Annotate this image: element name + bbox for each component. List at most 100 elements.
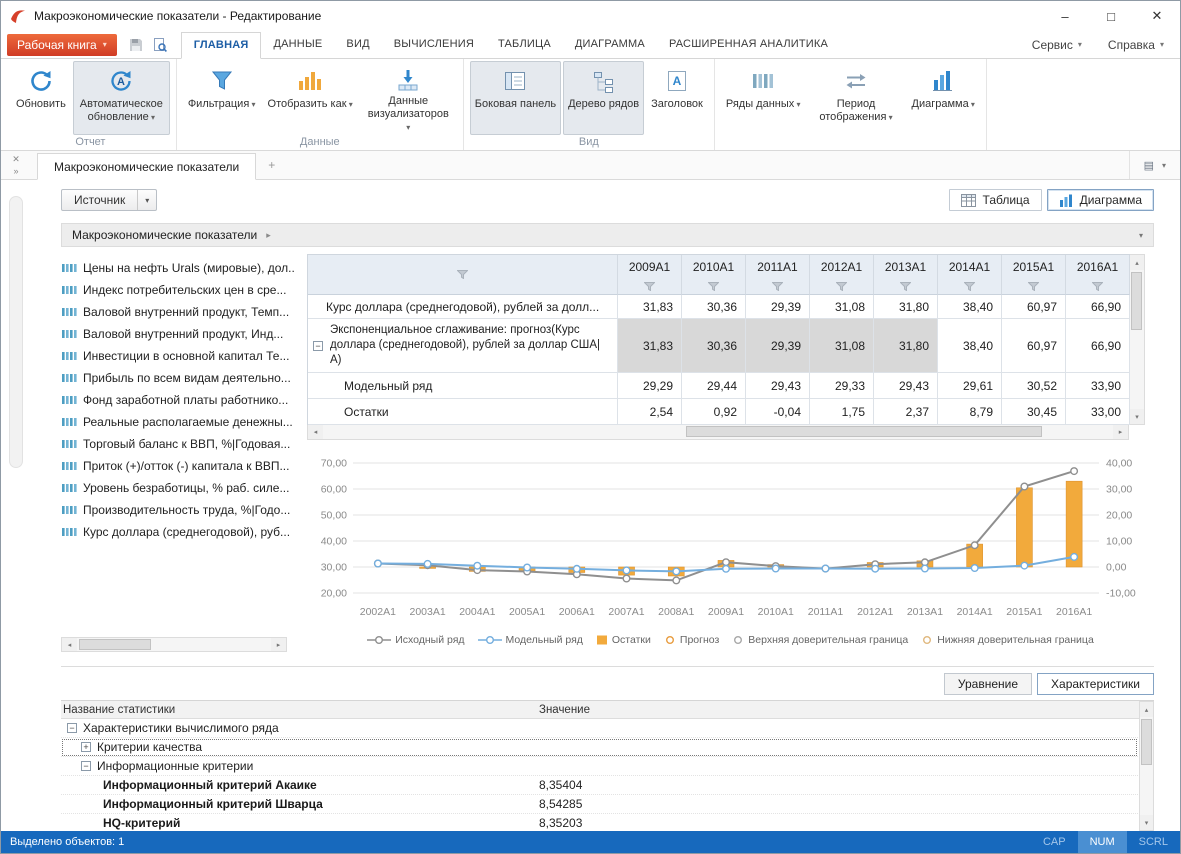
tree-item[interactable]: Цены на нефть Urals (мировые), дол... [61, 257, 295, 279]
workbook-menu-button[interactable]: Рабочая книга ▾ [7, 34, 117, 56]
stats-row[interactable]: HQ-критерий8,35203 [61, 814, 1138, 831]
display-as-button[interactable]: Отобразить как ▾ [263, 61, 358, 135]
cell[interactable]: 29,43 [746, 373, 810, 399]
legend-item[interactable]: Модельный ряд [478, 634, 583, 646]
tree-horizontal-scrollbar[interactable]: ◂ ▸ [61, 637, 287, 652]
cell[interactable]: 31,80 [874, 295, 938, 319]
legend-item[interactable]: Исходный ряд [367, 634, 464, 646]
cell[interactable]: 29,29 [618, 373, 682, 399]
source-button[interactable]: Источник ▾ [61, 189, 157, 211]
cell[interactable]: 66,90 [1066, 319, 1130, 373]
scroll-thumb[interactable] [686, 426, 1042, 437]
refresh-button[interactable]: Обновить [11, 61, 71, 135]
scroll-down-icon[interactable]: ▾ [1130, 409, 1144, 424]
ribbon-tab-table[interactable]: ТАБЛИЦА [486, 32, 563, 58]
tree-item[interactable]: Валовой внутренний продукт, Темп... [61, 301, 295, 323]
cell[interactable]: 29,43 [874, 373, 938, 399]
grid-vertical-scrollbar[interactable]: ▴ ▾ [1130, 254, 1145, 425]
ribbon-tab-calculations[interactable]: ВЫЧИСЛЕНИЯ [382, 32, 486, 58]
table-view-button[interactable]: Таблица [949, 189, 1042, 211]
scroll-thumb[interactable] [1131, 272, 1142, 330]
grid-horizontal-scrollbar[interactable]: ◂ ▸ [307, 425, 1129, 440]
row-label[interactable]: Модельный ряд [308, 373, 618, 399]
series-tree-button[interactable]: Дерево рядов [563, 61, 644, 135]
stats-vertical-scrollbar[interactable]: ▴ ▾ [1139, 701, 1154, 831]
ribbon-tab-view[interactable]: ВИД [334, 32, 381, 58]
document-tab[interactable]: Макроэкономические показатели [37, 153, 256, 180]
row-label[interactable]: −Экспоненциальное сглаживание: прогноз(К… [308, 319, 618, 373]
column-header-2016A1[interactable]: 2016A1 [1066, 255, 1130, 295]
equation-button[interactable]: Уравнение [944, 673, 1032, 695]
scroll-right-icon[interactable]: ▸ [1113, 425, 1128, 439]
cell[interactable]: 38,40 [938, 319, 1002, 373]
collapse-toggle[interactable]: + [81, 742, 91, 752]
column-header-2011A1[interactable]: 2011A1 [746, 255, 810, 295]
collapsed-panel-strip[interactable] [9, 196, 23, 468]
preview-button[interactable] [149, 34, 171, 56]
scroll-up-icon[interactable]: ▴ [1130, 255, 1144, 270]
cell[interactable]: 2,37 [874, 399, 938, 425]
cell[interactable]: 31,08 [810, 295, 874, 319]
cell[interactable]: 33,00 [1066, 399, 1130, 425]
ribbon-tab-advanced-analytics[interactable]: РАСШИРЕННАЯ АНАЛИТИКА [657, 32, 840, 58]
tree-item[interactable]: Приток (+)/отток (-) капитала к ВВП... [61, 455, 295, 477]
menu-help[interactable]: Справка▾ [1108, 38, 1164, 52]
filter-button[interactable]: Фильтрация ▾ [183, 61, 261, 135]
minimize-button[interactable]: – [1042, 1, 1088, 31]
column-header-2009A1[interactable]: 2009A1 [618, 255, 682, 295]
cell[interactable]: 0,92 [682, 399, 746, 425]
add-tab-button[interactable]: + [256, 156, 287, 174]
collapse-toggle[interactable]: − [313, 341, 323, 351]
cell[interactable]: 30,45 [1002, 399, 1066, 425]
menu-service[interactable]: Сервис▾ [1032, 38, 1082, 52]
cell[interactable]: 30,36 [682, 319, 746, 373]
scroll-left-icon[interactable]: ◂ [308, 425, 323, 439]
ribbon-tab-home[interactable]: ГЛАВНАЯ [181, 32, 262, 59]
save-button[interactable] [125, 34, 147, 56]
column-header-2012A1[interactable]: 2012A1 [810, 255, 874, 295]
cell[interactable]: 31,83 [618, 319, 682, 373]
cell[interactable]: 30,52 [1002, 373, 1066, 399]
cell[interactable]: 29,44 [682, 373, 746, 399]
tree-item[interactable]: Производительность труда, %|Годо... [61, 499, 295, 521]
stats-row[interactable]: −Информационные критерии [61, 757, 1138, 776]
legend-item[interactable]: Верхняя доверительная граница [732, 634, 908, 646]
ribbon-tab-data[interactable]: ДАННЫЕ [261, 32, 334, 58]
chart-button[interactable]: Диаграмма ▾ [907, 61, 980, 135]
scroll-up-icon[interactable]: ▴ [1140, 702, 1153, 717]
cell[interactable]: 31,83 [618, 295, 682, 319]
stats-row[interactable]: Информационный критерий Шварца8,54285 [61, 795, 1138, 814]
scroll-right-icon[interactable]: ▸ [271, 638, 286, 651]
visualizer-data-button[interactable]: Данные визуализаторов ▾ [360, 61, 457, 135]
scroll-thumb[interactable] [79, 639, 151, 650]
cell[interactable]: 38,40 [938, 295, 1002, 319]
scroll-down-icon[interactable]: ▾ [1140, 815, 1153, 830]
cell[interactable]: 2,54 [618, 399, 682, 425]
tree-item[interactable]: Прибыль по всем видам деятельно... [61, 367, 295, 389]
collapse-toggle[interactable]: − [67, 723, 77, 733]
ribbon-tab-chart[interactable]: ДИАГРАММА [563, 32, 657, 58]
cell[interactable]: 8,79 [938, 399, 1002, 425]
row-label[interactable]: Остатки [308, 399, 618, 425]
column-header-series[interactable] [308, 255, 618, 295]
cell[interactable]: 33,90 [1066, 373, 1130, 399]
auto-refresh-button[interactable]: AАвтоматическое обновление ▾ [73, 61, 170, 135]
legend-item[interactable]: Прогноз [664, 634, 719, 646]
cell[interactable]: 60,97 [1002, 295, 1066, 319]
column-header-2013A1[interactable]: 2013A1 [874, 255, 938, 295]
cell[interactable]: 29,39 [746, 319, 810, 373]
characteristics-button[interactable]: Характеристики [1037, 673, 1154, 695]
cell[interactable]: 60,97 [1002, 319, 1066, 373]
tree-item[interactable]: Индекс потребительских цен в сре... [61, 279, 295, 301]
column-header-2010A1[interactable]: 2010A1 [682, 255, 746, 295]
sheet-view-switcher-button[interactable]: ▤ ▾ [1129, 151, 1180, 179]
cell[interactable]: 31,08 [810, 319, 874, 373]
tree-item[interactable]: Валовой внутренний продукт, Инд... [61, 323, 295, 345]
data-series-button[interactable]: Ряды данных ▾ [721, 61, 806, 135]
column-header-2014A1[interactable]: 2014A1 [938, 255, 1002, 295]
tree-item[interactable]: Фонд заработной платы работнико... [61, 389, 295, 411]
stats-row[interactable]: Информационный критерий Акаике8,35404 [61, 776, 1138, 795]
tree-item[interactable]: Реальные располагаемые денежны... [61, 411, 295, 433]
maximize-button[interactable]: □ [1088, 1, 1134, 31]
scroll-thumb[interactable] [1141, 719, 1152, 765]
